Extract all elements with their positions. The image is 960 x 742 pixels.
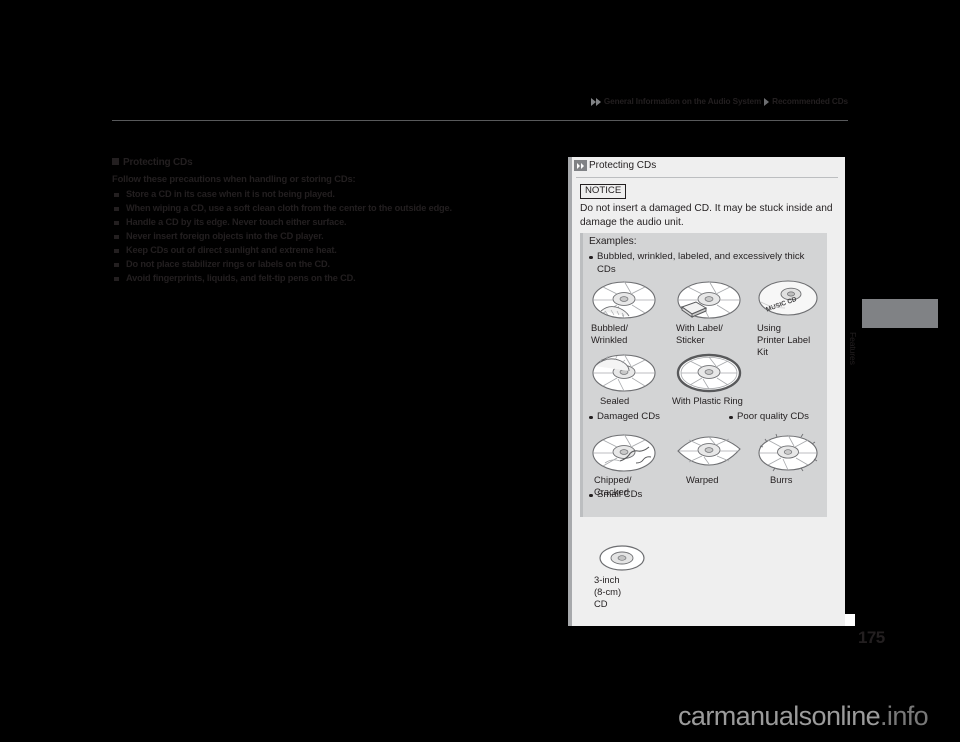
notice-text: Do not insert a damaged CD. It may be st… xyxy=(580,203,833,229)
page-number-marker xyxy=(845,614,855,626)
caption-warped: Warped xyxy=(686,474,719,485)
list-item: Do not place stabilizer rings or labels … xyxy=(112,258,560,272)
notice-badge: NOTICE xyxy=(580,184,627,199)
disc-burrs-icon xyxy=(758,433,818,472)
lead-paragraph: Follow these precautions when handling o… xyxy=(112,173,356,184)
section-tab-label: Features xyxy=(848,332,858,365)
examples-group-bullet: Poor quality CDs xyxy=(728,411,821,424)
watermark: carmanualsonline.info xyxy=(678,701,929,732)
caption-sealed: Sealed xyxy=(600,395,630,406)
disc-bubbled-wrinkled-icon xyxy=(592,280,656,319)
examples-group-bullet: Damaged CDs xyxy=(588,411,707,424)
list-item: Handle a CD by its edge. Never touch eit… xyxy=(112,216,560,230)
panel-title: Protecting CDs xyxy=(574,160,656,171)
panel-title-label: Protecting CDs xyxy=(589,160,657,171)
watermark-tld: .info xyxy=(880,701,929,731)
disc-chipped-cracked-icon xyxy=(592,433,656,472)
examples-group-bullet: Small CDs xyxy=(588,489,707,502)
examples-left-bar xyxy=(580,233,583,517)
left-content-column: Protecting CDs Follow these precautions … xyxy=(112,157,560,286)
watermark-main: carmanualsonline xyxy=(678,701,881,731)
double-chevron-badge-icon xyxy=(574,160,587,171)
list-item: Keep CDs out of direct sunlight and extr… xyxy=(112,244,560,258)
disc-warped-icon xyxy=(677,436,741,466)
caption-burrs: Burrs xyxy=(770,474,793,485)
list-item: Never insert foreign objects into the CD… xyxy=(112,230,560,244)
caption-with-label-sticker: With Label/Sticker xyxy=(676,322,723,345)
disc-with-plastic-ring-icon xyxy=(676,353,742,393)
disc-printer-label-kit-icon: MUSIC CD xyxy=(758,280,818,316)
caption-printer-label-kit: Using Printer Label Kit xyxy=(757,322,811,357)
disc-with-label-sticker-icon xyxy=(677,280,741,319)
panel-left-bar xyxy=(568,157,572,626)
section-tab-marker xyxy=(862,299,938,328)
precautions-list: Store a CD in its case when it is not be… xyxy=(112,188,560,286)
examples-group-bullet: Bubbled, wrinkled, labeled, and excessiv… xyxy=(588,251,807,277)
page-number: 175 xyxy=(858,628,885,647)
caption-with-plastic-ring: With Plastic Ring xyxy=(672,395,743,406)
disc-sealed-icon xyxy=(592,353,656,392)
sidebar-panel: Protecting CDs NOTICE Do not insert a da… xyxy=(568,157,845,626)
header-rule xyxy=(112,120,848,121)
list-item: When wiping a CD, use a soft clean cloth… xyxy=(112,202,560,216)
examples-title: Examples: xyxy=(589,236,637,247)
caption-small-cd: 3-inch (8-cm) CD xyxy=(594,574,622,609)
caption-bubbled-wrinkled: Bubbled/Wrinkled xyxy=(591,322,629,345)
breadcrumb-current[interactable]: Recommended CDs xyxy=(772,97,848,106)
breadcrumb-parent[interactable]: General Information on the Audio System xyxy=(604,97,761,106)
double-chevron-icon xyxy=(590,97,601,106)
panel-divider xyxy=(576,177,838,178)
disc-small-3inch-icon xyxy=(599,545,645,571)
manual-page: General Information on the Audio System … xyxy=(0,0,960,742)
list-item: Avoid fingerprints, liquids, and felt-ti… xyxy=(112,272,560,286)
section-heading-label: Protecting CDs xyxy=(123,157,193,168)
examples-box: Examples: Bubbled, wrinkled, labeled, an… xyxy=(580,233,827,517)
square-bullet-icon xyxy=(112,158,119,165)
section-heading: Protecting CDs xyxy=(112,157,560,168)
breadcrumb: General Information on the Audio System … xyxy=(590,97,848,106)
list-item: Store a CD in its case when it is not be… xyxy=(112,188,560,202)
chevron-right-icon xyxy=(764,97,770,106)
